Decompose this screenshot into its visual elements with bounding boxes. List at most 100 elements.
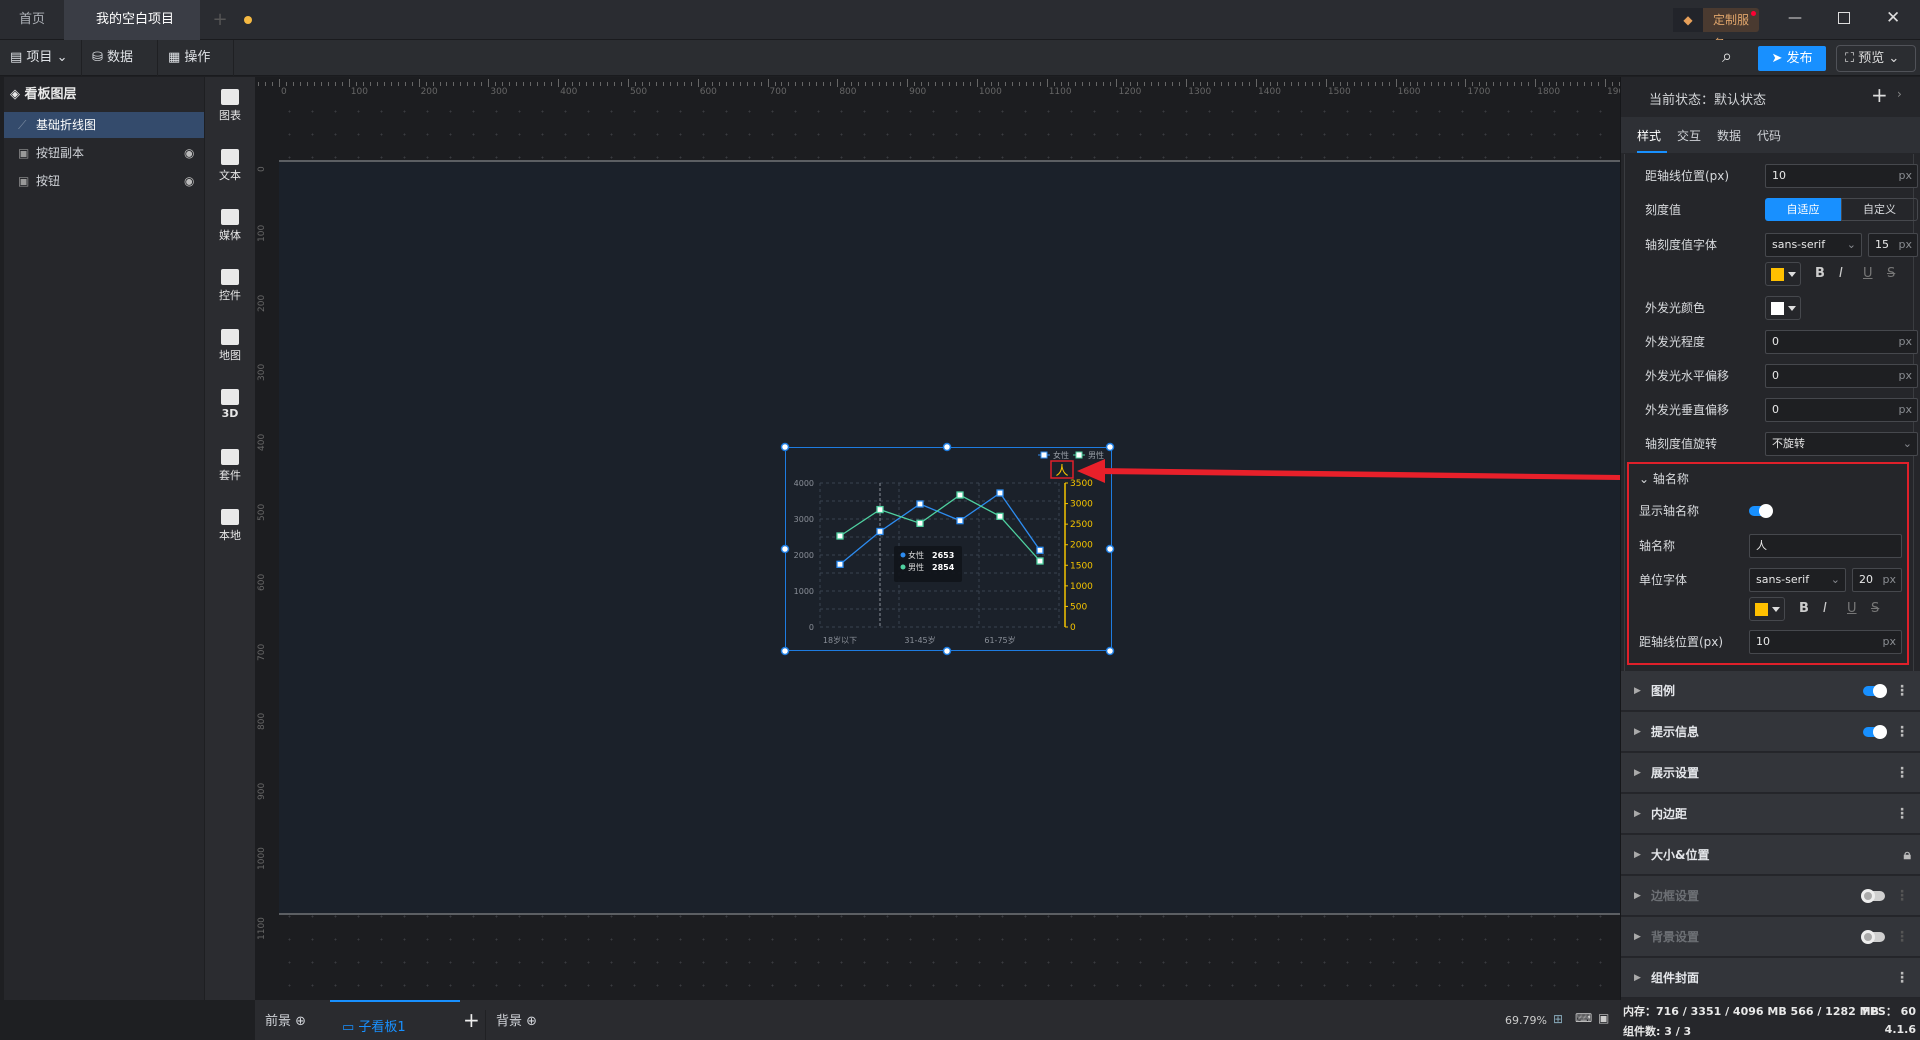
tool-kit[interactable]: 套件 bbox=[205, 449, 255, 483]
data-point[interactable] bbox=[916, 519, 924, 527]
tab-data[interactable]: 数据 bbox=[1717, 127, 1741, 144]
data-point[interactable] bbox=[916, 500, 924, 508]
tab-project[interactable]: 我的空白项目 bbox=[64, 0, 252, 40]
glow-level-input[interactable]: 0 px bbox=[1765, 330, 1918, 354]
italic-button[interactable]: I bbox=[1823, 596, 1827, 622]
resize-handle[interactable] bbox=[1105, 442, 1115, 452]
add-tab-button[interactable]: + bbox=[208, 0, 232, 40]
terminal-icon[interactable]: ▣ bbox=[1598, 1011, 1609, 1025]
glow-h-input[interactable]: 0 px bbox=[1765, 364, 1918, 388]
strikethrough-button[interactable]: S bbox=[1887, 261, 1895, 287]
legend-label[interactable]: 女性 bbox=[1053, 450, 1069, 460]
data-point[interactable] bbox=[996, 512, 1004, 520]
tab-home[interactable]: 首页 bbox=[0, 0, 64, 40]
add-circle-icon[interactable]: ⊕ bbox=[526, 1014, 537, 1029]
sub-board-tab[interactable]: ▭ 子看板1 bbox=[330, 1000, 460, 1040]
menu-operate[interactable]: ▦ 操作 ⌄ bbox=[158, 40, 234, 101]
section-5[interactable]: ▶ 边框设置 ⋮ bbox=[1621, 876, 1920, 916]
more-icon[interactable]: ⋮ bbox=[1895, 917, 1909, 957]
lock-icon[interactable]: 🔒︎ bbox=[1904, 835, 1911, 875]
tool-3d[interactable]: 3D bbox=[205, 389, 255, 420]
resize-handle[interactable] bbox=[1105, 544, 1115, 554]
more-icon[interactable]: ⋮ bbox=[1895, 753, 1909, 793]
resize-handle[interactable] bbox=[780, 646, 790, 656]
data-point[interactable] bbox=[876, 527, 884, 536]
section-toggle[interactable] bbox=[1861, 889, 1885, 903]
resize-handle[interactable] bbox=[942, 442, 952, 452]
data-point[interactable] bbox=[1036, 546, 1044, 554]
more-icon[interactable]: ⋮ bbox=[1895, 671, 1909, 711]
close-button[interactable]: ✕ bbox=[1886, 8, 1900, 28]
data-point[interactable] bbox=[836, 532, 844, 540]
resize-handle[interactable] bbox=[780, 442, 790, 452]
data-point[interactable] bbox=[876, 505, 884, 514]
more-icon[interactable]: ⋮ bbox=[1895, 876, 1909, 916]
tab-code[interactable]: 代码 bbox=[1757, 127, 1781, 144]
section-2[interactable]: ▶ 展示设置 ⋮ bbox=[1621, 753, 1920, 793]
chevron-right-icon[interactable]: › bbox=[1897, 87, 1902, 101]
scale-auto-button[interactable]: 自适应 bbox=[1765, 198, 1841, 221]
font-color-picker[interactable] bbox=[1749, 597, 1785, 621]
glow-color-picker[interactable] bbox=[1765, 296, 1801, 320]
bold-button[interactable]: B bbox=[1815, 261, 1825, 287]
section-1[interactable]: ▶ 提示信息 ⋮ bbox=[1621, 712, 1920, 752]
section-4[interactable]: ▶ 大小&位置 🔒︎ bbox=[1621, 835, 1920, 875]
menu-project[interactable]: ▤ 项目 ⌄ bbox=[0, 40, 82, 76]
minimize-button[interactable]: — bbox=[1788, 10, 1802, 26]
more-icon[interactable]: ⋮ bbox=[1895, 712, 1909, 752]
keyboard-icon[interactable]: ⌨ bbox=[1575, 1011, 1592, 1025]
preview-button[interactable]: ⛶ 预览 ⌄ bbox=[1836, 45, 1916, 72]
tool-map[interactable]: 地图 bbox=[205, 329, 255, 363]
section-6[interactable]: ▶ 背景设置 ⋮ bbox=[1621, 917, 1920, 957]
layer-item[interactable]: ▣ 按钮 ◉ bbox=[4, 168, 204, 194]
axis-name-input[interactable]: 人 bbox=[1749, 534, 1902, 558]
font-size-input[interactable]: 20 px bbox=[1852, 568, 1902, 592]
show-axis-name-toggle[interactable] bbox=[1749, 504, 1773, 518]
tool-text[interactable]: 文本 bbox=[205, 149, 255, 183]
italic-button[interactable]: I bbox=[1839, 261, 1843, 287]
add-circle-icon[interactable]: ⊕ bbox=[295, 1014, 306, 1029]
data-point[interactable] bbox=[956, 491, 964, 499]
layer-item[interactable]: ▣ 按钮副本 ◉ bbox=[4, 140, 204, 166]
resize-handle[interactable] bbox=[1105, 646, 1115, 656]
font-family-select[interactable]: sans-serif ⌄ bbox=[1765, 233, 1862, 257]
tool-media[interactable]: 媒体 bbox=[205, 209, 255, 243]
underline-button[interactable]: U bbox=[1847, 596, 1857, 622]
axis-name-header[interactable]: ⌄ 轴名称 bbox=[1639, 466, 1909, 492]
foreground-tab[interactable]: 前景 ⊕ bbox=[265, 1010, 325, 1029]
resize-handle[interactable] bbox=[942, 646, 952, 656]
font-color-picker[interactable] bbox=[1765, 262, 1801, 286]
restore-button[interactable] bbox=[1838, 12, 1850, 24]
font-family-select[interactable]: sans-serif ⌄ bbox=[1749, 568, 1846, 592]
section-toggle[interactable] bbox=[1861, 930, 1885, 944]
axis-name-dist-input[interactable]: 10 px bbox=[1749, 630, 1902, 654]
scale-custom-button[interactable]: 自定义 bbox=[1841, 198, 1918, 221]
fit-screen-icon[interactable]: ⊞ bbox=[1553, 1012, 1563, 1026]
axis-dist-input[interactable]: 10 px bbox=[1765, 164, 1918, 188]
data-point[interactable] bbox=[836, 560, 844, 568]
tool-local[interactable]: 本地 bbox=[205, 509, 255, 543]
rotate-select[interactable]: 不旋转 ⌄ bbox=[1765, 432, 1918, 456]
more-icon[interactable]: ⋮ bbox=[1895, 958, 1909, 998]
publish-button[interactable]: ➤ 发布 bbox=[1758, 46, 1826, 71]
search-icon[interactable]: ⌕ bbox=[1722, 46, 1732, 67]
section-toggle[interactable] bbox=[1863, 725, 1887, 739]
tool-control[interactable]: 控件 bbox=[205, 269, 255, 303]
strikethrough-button[interactable]: S bbox=[1871, 596, 1879, 622]
section-3[interactable]: ▶ 内边距 ⋮ bbox=[1621, 794, 1920, 834]
data-point[interactable] bbox=[956, 517, 964, 525]
section-toggle[interactable] bbox=[1863, 684, 1887, 698]
background-tab[interactable]: 背景 ⊕ bbox=[485, 1010, 555, 1040]
tab-style[interactable]: 样式 bbox=[1637, 127, 1667, 153]
bold-button[interactable]: B bbox=[1799, 596, 1809, 622]
menu-data[interactable]: ⛁ 数据 ⌄ bbox=[82, 40, 158, 101]
font-size-input[interactable]: 15 px bbox=[1868, 233, 1918, 257]
add-board-button[interactable]: + bbox=[463, 1008, 480, 1032]
tool-chart[interactable]: 图表 bbox=[205, 89, 255, 123]
hidden-eye-icon[interactable]: ◉ bbox=[184, 140, 194, 166]
underline-button[interactable]: U bbox=[1863, 261, 1873, 287]
more-icon[interactable]: ⋮ bbox=[1895, 794, 1909, 834]
add-state-button[interactable]: + bbox=[1871, 83, 1888, 107]
resize-handle[interactable] bbox=[780, 544, 790, 554]
section-0[interactable]: ▶ 图例 ⋮ bbox=[1621, 671, 1920, 711]
